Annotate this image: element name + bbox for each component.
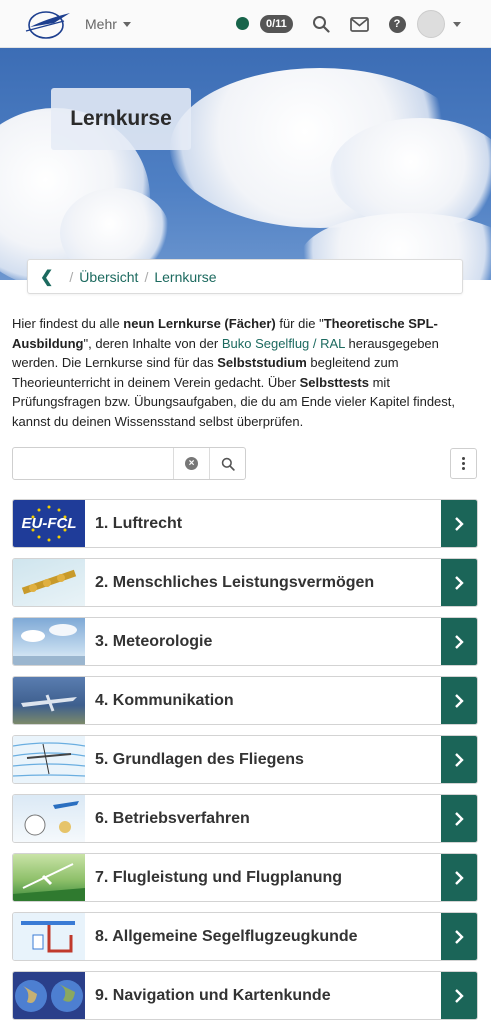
chevron-right-icon xyxy=(455,516,464,531)
more-vertical-icon xyxy=(462,457,465,460)
search-button[interactable] xyxy=(209,448,245,479)
course-title: 6. Betriebsverfahren xyxy=(95,809,250,827)
intro-bold-text: neun Lernkurse (Fächer) xyxy=(123,316,276,331)
progress-badge[interactable]: 0/11 xyxy=(260,15,293,33)
intro-text: Hier findest du alle neun Lernkurse (Fäc… xyxy=(12,314,480,431)
course-title: 1. Luftrecht xyxy=(95,514,183,532)
course-search: × xyxy=(12,447,246,480)
principles-of-flight-image xyxy=(13,736,85,783)
clear-search-button[interactable]: × xyxy=(173,448,209,479)
eu-fcl-logo: EU-FCL xyxy=(13,500,85,547)
breadcrumb-item-overview[interactable]: Übersicht xyxy=(79,269,138,285)
course-title: 5. Grundlagen des Fliegens xyxy=(95,750,304,768)
more-menu-label: Mehr xyxy=(85,16,117,32)
breadcrumb-separator: / xyxy=(144,268,149,285)
chevron-right-icon xyxy=(455,634,464,649)
course-item-meteorologie[interactable]: 3. Meteorologie xyxy=(12,617,478,666)
chevron-right-icon xyxy=(455,811,464,826)
top-navbar: Mehr 0/11 ? xyxy=(0,0,491,48)
chevron-right-icon xyxy=(455,929,464,944)
aircraft-knowledge-image xyxy=(13,913,85,960)
close-icon: × xyxy=(185,457,198,470)
course-item-kommunikation[interactable]: 4. Kommunikation xyxy=(12,676,478,725)
course-title: 8. Allgemeine Segelflugzeugkunde xyxy=(95,927,358,945)
course-item-menschliches-leistungsvermoegen[interactable]: 2. Menschliches Leistungsvermögen xyxy=(12,558,478,607)
open-course-button[interactable] xyxy=(441,736,477,783)
help-icon[interactable]: ? xyxy=(386,13,408,35)
more-vertical-icon xyxy=(462,467,465,470)
search-input[interactable] xyxy=(13,448,173,479)
chevron-right-icon xyxy=(455,988,464,1003)
search-icon xyxy=(221,457,235,471)
course-item-flugleistung-und-flugplanung[interactable]: 7. Flugleistung und Flugplanung xyxy=(12,853,478,902)
chevron-right-icon xyxy=(455,575,464,590)
open-course-button[interactable] xyxy=(441,618,477,665)
hero-banner: Lernkurse xyxy=(0,48,491,280)
course-item-betriebsverfahren[interactable]: 6. Betriebsverfahren xyxy=(12,794,478,843)
chevron-right-icon xyxy=(455,693,464,708)
course-title: 4. Kommunikation xyxy=(95,691,234,709)
course-title: 9. Navigation und Kartenkunde xyxy=(95,986,331,1004)
help-glyph: ? xyxy=(388,15,406,33)
back-chevron-icon[interactable]: ❮ xyxy=(40,267,53,287)
course-title: 2. Menschliches Leistungsvermögen xyxy=(95,573,375,591)
open-course-button[interactable] xyxy=(441,677,477,724)
course-item-grundlagen-des-fliegens[interactable]: 5. Grundlagen des Fliegens xyxy=(12,735,478,784)
chevron-down-icon[interactable] xyxy=(453,22,461,27)
intro-text-part: Hier findest du alle xyxy=(12,316,124,331)
more-menu-dropdown[interactable]: Mehr xyxy=(85,16,131,32)
more-options-button[interactable] xyxy=(450,448,477,479)
avatar[interactable] xyxy=(417,10,445,38)
search-icon[interactable] xyxy=(310,13,332,35)
intro-bold-text: Selbststudium xyxy=(217,355,307,370)
chevron-right-icon xyxy=(455,752,464,767)
navigation-globe-image xyxy=(13,972,85,1019)
meteorology-image xyxy=(13,618,85,665)
breadcrumb: ❮ / Übersicht / Lernkurse xyxy=(27,259,463,294)
breadcrumb-item-courses[interactable]: Lernkurse xyxy=(154,269,216,285)
communication-image xyxy=(13,677,85,724)
human-performance-image xyxy=(13,559,85,606)
online-status-dot xyxy=(236,17,249,30)
intro-text-part: für die " xyxy=(275,316,324,331)
open-course-button[interactable] xyxy=(441,795,477,842)
intro-text-part: ", deren Inhalte von der xyxy=(83,335,222,351)
course-item-navigation-und-kartenkunde[interactable]: 9. Navigation und Kartenkunde xyxy=(12,971,478,1020)
chevron-down-icon xyxy=(122,21,131,27)
course-item-allgemeine-segelflugzeugkunde[interactable]: 8. Allgemeine Segelflugzeugkunde xyxy=(12,912,478,961)
chevron-right-icon xyxy=(455,870,464,885)
breadcrumb-separator: / xyxy=(69,268,74,285)
more-vertical-icon xyxy=(462,462,465,465)
course-title: 7. Flugleistung und Flugplanung xyxy=(95,868,343,886)
buko-link[interactable]: Buko Segelflug / RAL xyxy=(222,336,345,351)
intro-bold-text: Selbsttests xyxy=(299,374,369,390)
course-title: 3. Meteorologie xyxy=(95,632,213,650)
club-logo-icon[interactable] xyxy=(24,7,72,41)
open-course-button[interactable] xyxy=(441,913,477,960)
course-item-luftrecht[interactable]: EU-FCL 1. Luftrecht xyxy=(12,499,478,548)
flight-planning-image xyxy=(13,854,85,901)
open-course-button[interactable] xyxy=(441,854,477,901)
open-course-button[interactable] xyxy=(441,559,477,606)
open-course-button[interactable] xyxy=(441,500,477,547)
operational-procedures-image xyxy=(13,795,85,842)
mail-icon[interactable] xyxy=(348,13,370,35)
open-course-button[interactable] xyxy=(441,972,477,1019)
page-title: Lernkurse xyxy=(51,88,191,150)
